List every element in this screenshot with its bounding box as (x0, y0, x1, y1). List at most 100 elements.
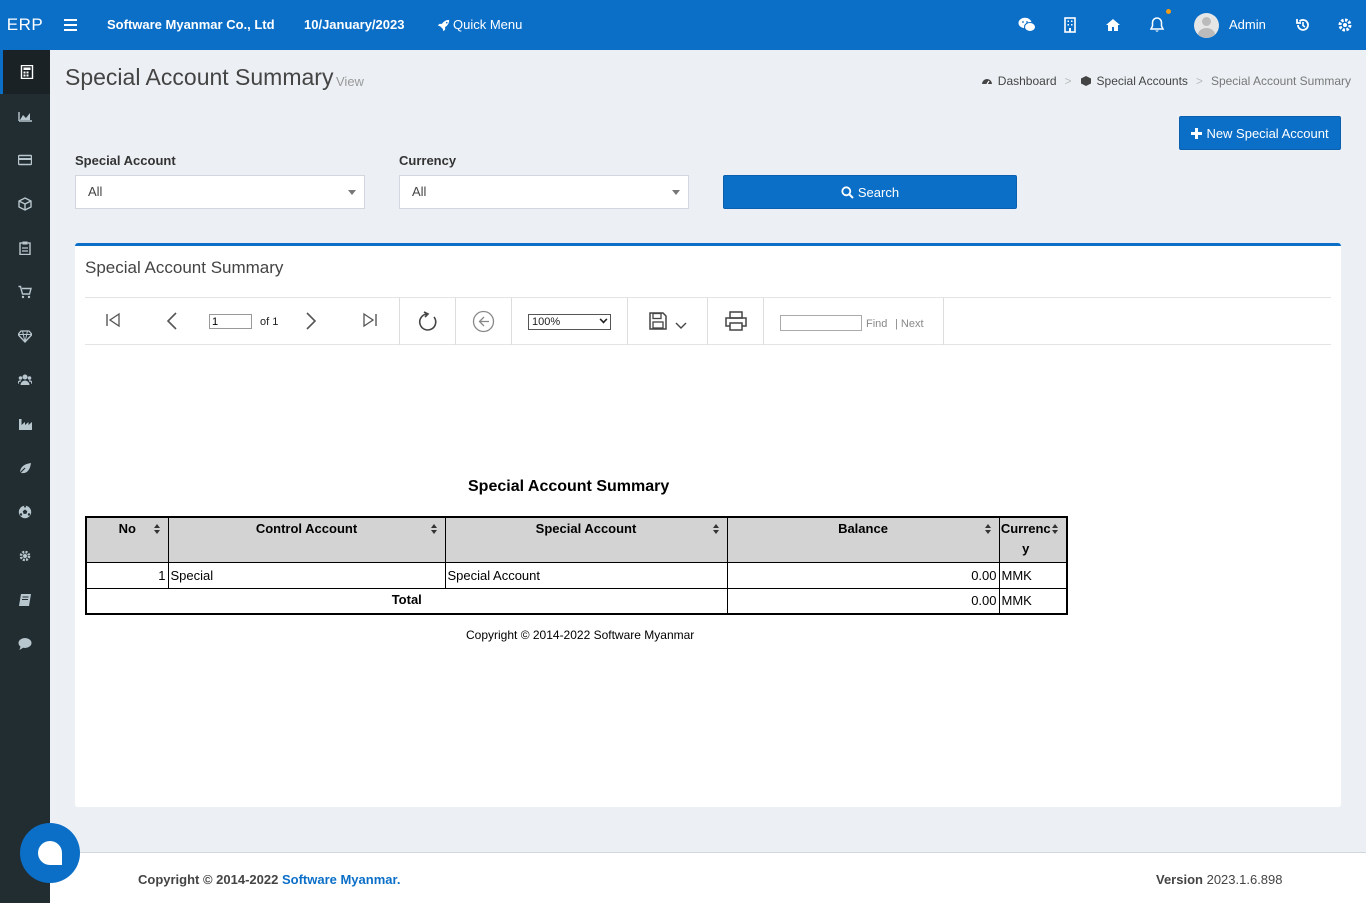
home-icon[interactable] (1103, 15, 1123, 35)
book-icon (19, 594, 31, 606)
special-account-select[interactable]: All (75, 175, 365, 209)
currency-value: All (412, 184, 427, 199)
sidebar-item-sports[interactable] (0, 490, 50, 534)
chevron-down-icon (599, 315, 608, 324)
sidebar-item-docs[interactable] (0, 578, 50, 622)
industry-icon (19, 419, 32, 430)
column-header-control-account[interactable]: Control Account (167, 516, 446, 563)
sidebar-item-hr[interactable] (0, 358, 50, 402)
box-title: Special Account Summary (85, 258, 284, 277)
version-number: 2023.1.6.898 (1206, 872, 1283, 887)
total-balance: 0.00 (726, 587, 1000, 615)
print-icon[interactable] (725, 311, 747, 331)
dashboard-icon (981, 79, 992, 85)
page-title: Special Account Summary (65, 64, 334, 90)
cell-currency: MMK (998, 561, 1068, 589)
menu-icon[interactable] (64, 0, 78, 50)
gear-icon[interactable] (1335, 15, 1355, 35)
new-special-account-label: New Special Account (1206, 125, 1329, 141)
column-header-currency[interactable]: Currency (998, 516, 1068, 563)
sort-icon[interactable] (1052, 524, 1058, 534)
cell-control-account: Special (167, 561, 446, 589)
top-navbar: ERP Software Myanmar Co., Ltd 10/January… (0, 0, 1366, 50)
comment-icon (18, 638, 32, 650)
find-input[interactable] (780, 315, 862, 331)
previous-page-icon[interactable] (165, 311, 179, 331)
breadcrumb-dashboard[interactable]: Dashboard (998, 74, 1057, 88)
report-copyright: Copyright © 2014-2022 Software Myanmar (466, 628, 695, 642)
sort-icon[interactable] (430, 524, 437, 534)
footer-company-link[interactable]: Software Myanmar. (282, 872, 401, 887)
back-icon[interactable] (472, 310, 495, 333)
notification-badge (1166, 9, 1171, 14)
sidebar-item-settings[interactable] (0, 534, 50, 578)
last-page-icon[interactable] (362, 311, 378, 329)
sidebar-item-production[interactable] (0, 402, 50, 446)
history-icon[interactable] (1293, 15, 1313, 35)
user-name[interactable]: Admin (1229, 0, 1266, 50)
breadcrumb-separator: > (1195, 74, 1203, 88)
sidebar-item-assets[interactable] (0, 314, 50, 358)
breadcrumb-special-accounts[interactable]: Special Accounts (1097, 74, 1188, 88)
column-header-special-account[interactable]: Special Account (444, 516, 728, 563)
column-header-label: Control Account (255, 521, 358, 536)
sidebar-item-orders[interactable] (0, 226, 50, 270)
column-header-label: Special Account (535, 521, 637, 536)
cell-balance: 0.00 (726, 561, 1000, 589)
footer-version: Version 2023.1.6.898 (1156, 872, 1283, 887)
new-special-account-button[interactable]: New Special Account (1179, 116, 1341, 150)
first-page-icon[interactable] (105, 311, 121, 329)
sort-icon[interactable] (984, 524, 991, 534)
sort-icon[interactable] (712, 524, 719, 534)
sort-icon[interactable] (153, 524, 160, 534)
current-date: 10/January/2023 (304, 17, 405, 32)
search-button[interactable]: Search (723, 175, 1017, 209)
find-link[interactable]: Find (866, 318, 887, 330)
clipboard-icon (19, 241, 31, 255)
report-table: No Control Account Special Account Balan… (85, 516, 1068, 615)
sidebar-item-accounting[interactable] (0, 50, 50, 94)
company-name[interactable]: Software Myanmar Co., Ltd (107, 0, 275, 50)
page-number-input[interactable] (209, 314, 252, 329)
column-header-label: Balance (838, 521, 888, 536)
column-header-no[interactable]: No (85, 516, 169, 563)
chevron-down-icon (348, 190, 356, 195)
toolbar-divider (511, 298, 512, 345)
cart-icon (18, 285, 32, 299)
breadcrumb-separator: > (1064, 74, 1072, 88)
sidebar-item-sales[interactable] (0, 270, 50, 314)
next-link[interactable]: | Next (895, 318, 924, 330)
plus-icon (1191, 127, 1203, 139)
sidebar-item-inventory[interactable] (0, 182, 50, 226)
page-subtitle: View (336, 74, 364, 89)
version-label: Version (1156, 872, 1203, 887)
special-account-label: Special Account (75, 153, 176, 168)
refresh-icon[interactable] (416, 310, 440, 334)
users-icon (18, 374, 32, 385)
zoom-select[interactable]: 100% (528, 314, 611, 330)
quick-menu-label: Quick Menu (453, 17, 523, 32)
page-count: of 1 (260, 316, 279, 328)
sidebar-item-payments[interactable] (0, 138, 50, 182)
avatar[interactable] (1194, 13, 1219, 38)
leaf-icon (18, 463, 31, 475)
sidebar-item-agriculture[interactable] (0, 446, 50, 490)
cell-no: 1 (85, 561, 169, 589)
currency-select[interactable]: All (399, 175, 689, 209)
chat-widget-button[interactable] (20, 823, 80, 883)
credit-card-icon (18, 154, 32, 166)
quick-menu-link[interactable]: Quick Menu (437, 0, 522, 50)
column-header-label: No (118, 521, 136, 536)
brand-logo[interactable]: ERP (0, 0, 50, 50)
sidebar-item-reports[interactable] (0, 94, 50, 138)
chevron-down-icon[interactable] (675, 322, 687, 330)
report-title: Special Account Summary (468, 478, 670, 495)
wechat-icon[interactable] (1017, 15, 1037, 35)
toolbar-divider (627, 298, 628, 345)
bell-icon[interactable] (1147, 15, 1167, 35)
sidebar-item-messages[interactable] (0, 622, 50, 666)
save-icon[interactable] (649, 312, 667, 330)
next-page-icon[interactable] (304, 311, 318, 331)
building-icon[interactable] (1060, 15, 1080, 35)
column-header-balance[interactable]: Balance (726, 516, 1000, 563)
